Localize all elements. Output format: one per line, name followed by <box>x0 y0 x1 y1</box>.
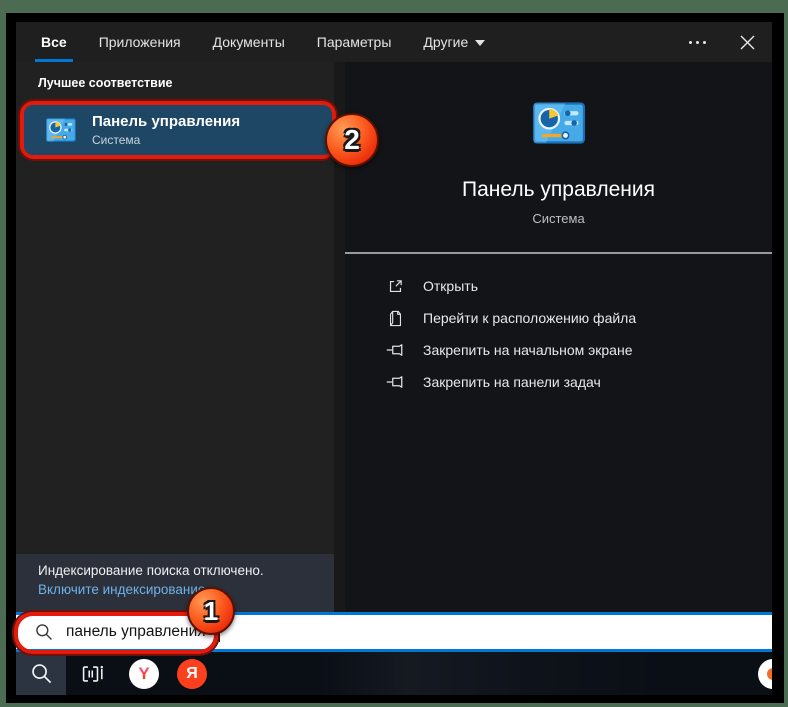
results-panel: Лучшее соответствие Панель управления Си… <box>16 62 336 612</box>
action-pin-start[interactable]: Закрепить на начальном экране <box>345 334 772 366</box>
action-file-location[interactable]: Перейти к расположению файла <box>345 302 772 334</box>
indexing-status-text: Индексирование поиска отключено. <box>38 563 264 578</box>
tab-all[interactable]: Все <box>35 22 73 62</box>
action-pin-start-label: Закрепить на начальном экране <box>423 342 633 358</box>
search-flyout-window: Все Приложения Документы Параметры Други… <box>14 22 772 695</box>
tab-settings-label: Параметры <box>316 34 392 50</box>
indexing-notice: Индексирование поиска отключено. Включит… <box>16 554 334 612</box>
tab-documents-label: Документы <box>212 34 285 50</box>
best-match-result[interactable]: Панель управления Система <box>24 105 332 155</box>
preview-subtitle: Система <box>532 211 585 226</box>
action-file-location-label: Перейти к расположению файла <box>423 310 637 326</box>
taskbar-search-button[interactable] <box>16 652 66 695</box>
taskbar-yandex-browser-button[interactable]: Y <box>122 652 166 695</box>
pin-icon <box>386 375 404 389</box>
tab-more[interactable]: Другие <box>420 22 488 62</box>
search-filter-tabs: Все Приложения Документы Параметры Други… <box>16 22 772 62</box>
action-pin-taskbar-label: Закрепить на панели задач <box>423 374 601 390</box>
tab-apps[interactable]: Приложения <box>96 22 184 62</box>
annotation-badge-1: 1 <box>187 587 235 635</box>
tab-apps-label: Приложения <box>98 34 181 50</box>
task-view-icon <box>82 665 104 682</box>
best-match-subtitle: Система <box>92 133 141 147</box>
tab-all-label: Все <box>41 34 67 50</box>
enable-indexing-link[interactable]: Включите индексирование. <box>38 582 209 597</box>
taskbar-search-icon <box>31 664 51 684</box>
taskbar: Y Я <box>16 652 772 695</box>
screenshot-frame: Все Приложения Документы Параметры Други… <box>6 13 784 703</box>
partial-taskbar-icon[interactable] <box>758 659 772 689</box>
best-match-text: Панель управления Система <box>92 113 240 147</box>
action-open[interactable]: Открыть <box>345 270 772 302</box>
open-icon <box>386 278 404 295</box>
action-pin-taskbar[interactable]: Закрепить на панели задач <box>345 366 772 398</box>
preview-panel: Панель управления Система Открыть Перейт… <box>345 62 772 612</box>
close-button[interactable] <box>736 31 758 53</box>
more-options-button[interactable] <box>685 35 710 50</box>
preview-title: Панель управления <box>462 178 655 201</box>
annotation-box-2: Панель управления Система <box>20 101 336 159</box>
taskbar-task-view-button[interactable] <box>72 652 116 695</box>
yandex-browser-icon: Y <box>129 658 159 689</box>
taskbar-yandex-button[interactable]: Я <box>170 652 214 695</box>
tab-documents[interactable]: Документы <box>210 22 288 62</box>
control-panel-icon <box>46 118 76 142</box>
yandex-search-icon: Я <box>177 658 207 689</box>
ellipsis-icon <box>689 40 692 44</box>
preview-divider <box>345 252 772 254</box>
close-icon <box>740 35 754 49</box>
tab-more-label: Другие <box>423 34 469 50</box>
best-match-header: Лучшее соответствие <box>38 76 173 90</box>
action-list: Открыть Перейти к расположению файла Зак… <box>345 270 772 398</box>
chevron-down-icon <box>475 40 486 46</box>
pin-icon <box>386 343 404 357</box>
action-open-label: Открыть <box>423 278 478 294</box>
control-panel-icon-large <box>532 102 585 144</box>
tab-settings[interactable]: Параметры <box>314 22 395 62</box>
best-match-title: Панель управления <box>92 113 241 130</box>
search-results-area: Лучшее соответствие Панель управления Си… <box>16 62 772 612</box>
file-location-icon <box>386 310 404 327</box>
annotation-badge-2: 2 <box>325 113 379 167</box>
